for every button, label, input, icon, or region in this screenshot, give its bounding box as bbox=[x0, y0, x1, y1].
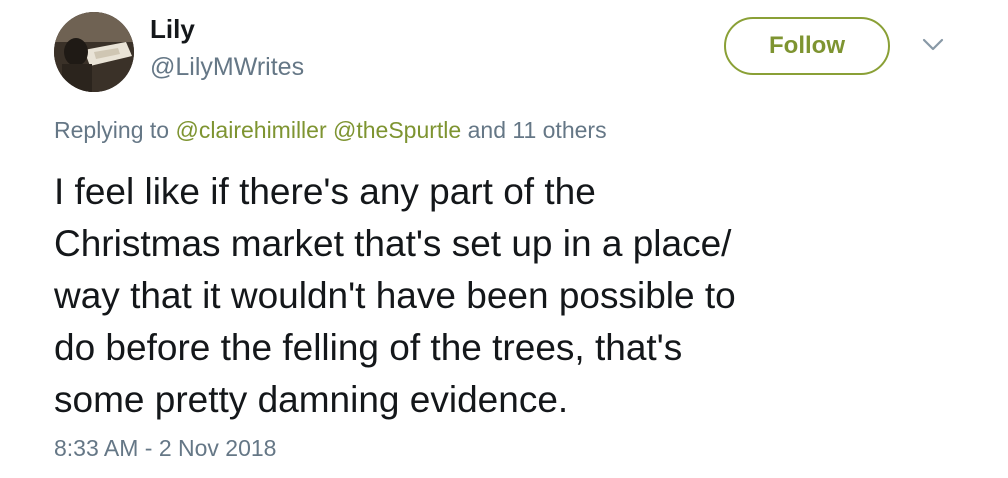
tweet-text-line: way that it wouldn't have been possible … bbox=[54, 275, 736, 316]
replying-to-others[interactable]: and 11 others bbox=[461, 117, 607, 143]
replying-to-line: Replying to @clairehimiller @theSpurtle … bbox=[54, 117, 607, 144]
chevron-down-icon[interactable] bbox=[922, 38, 944, 52]
tweet-text-line: Christmas market that's set up in a plac… bbox=[54, 223, 732, 264]
mention-link[interactable]: @theSpurtle bbox=[333, 117, 461, 143]
tweet-text: I feel like if there's any part of the C… bbox=[54, 166, 974, 426]
follow-button[interactable]: Follow bbox=[724, 17, 890, 75]
tweet-timestamp[interactable]: 8:33 AM - 2 Nov 2018 bbox=[54, 435, 276, 462]
tweet-text-line: do before the felling of the trees, that… bbox=[54, 327, 683, 368]
avatar-photo bbox=[54, 12, 134, 92]
replying-to-prefix: Replying to bbox=[54, 117, 176, 143]
tweet-text-line: some pretty damning evidence. bbox=[54, 379, 569, 420]
author-handle[interactable]: @LilyMWrites bbox=[150, 53, 304, 82]
author-display-name[interactable]: Lily bbox=[150, 14, 195, 45]
tweet-text-line: I feel like if there's any part of the bbox=[54, 171, 596, 212]
mention-link[interactable]: @clairehimiller bbox=[175, 117, 326, 143]
avatar[interactable] bbox=[54, 12, 134, 92]
